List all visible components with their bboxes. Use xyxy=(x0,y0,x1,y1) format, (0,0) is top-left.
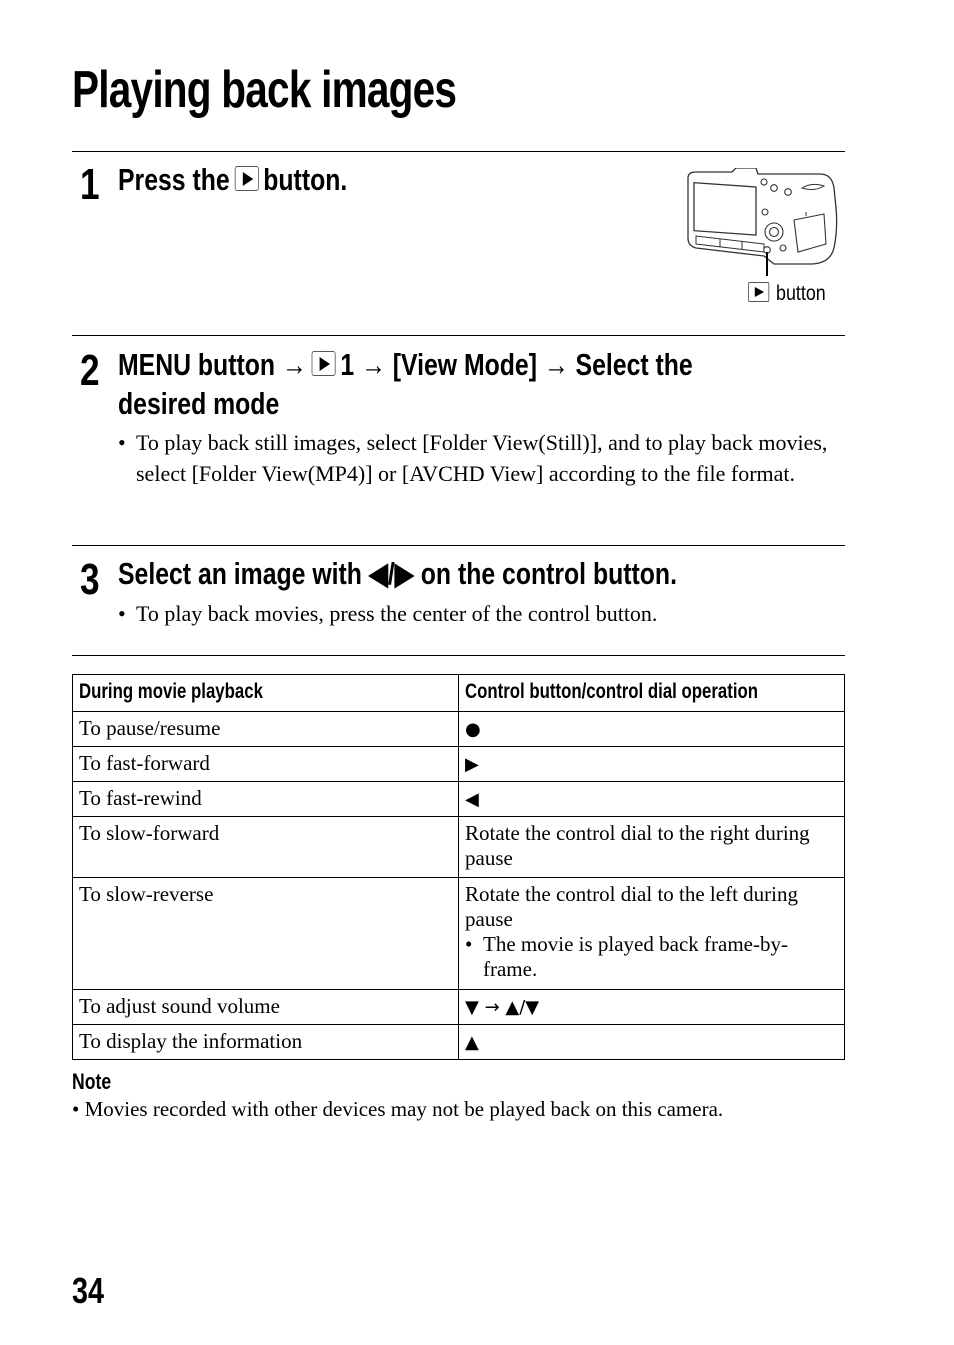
step-number: 3 xyxy=(80,555,100,604)
list-item: • The movie is played back frame-by-frame… xyxy=(465,932,838,982)
table-row: To fast-rewind ◀ xyxy=(72,781,845,817)
action-cell: To pause/resume xyxy=(72,711,459,747)
left-arrow-icon: ◀ xyxy=(465,789,479,810)
step-heading-text: Select the xyxy=(575,347,693,382)
note-text: • Movies recorded with other devices may… xyxy=(72,1096,723,1122)
note-label: Note xyxy=(72,1069,112,1094)
arrow-icon: → xyxy=(281,347,307,382)
operation-cell: ▼ → ▲/▼ xyxy=(458,989,845,1025)
page-title: Playing back images xyxy=(72,61,457,119)
bullet-icon: • xyxy=(118,601,126,626)
step-heading-text: 1 xyxy=(340,347,355,382)
table-row: To adjust sound volume ▼ → ▲/▼ xyxy=(72,989,845,1025)
note-body: Movies recorded with other devices may n… xyxy=(84,1097,724,1121)
right-arrow-icon: ▶ xyxy=(465,754,479,775)
step-heading-text: MENU button xyxy=(118,347,276,382)
table-row: To fast-forward ▶ xyxy=(72,746,845,782)
volume-arrows-icon: ▼ → ▲/▼ xyxy=(465,997,540,1018)
section-divider xyxy=(72,151,845,152)
action-cell: To fast-rewind xyxy=(72,781,459,817)
up-arrow-icon: ▲ xyxy=(465,1032,479,1053)
section-divider xyxy=(72,335,845,336)
action-cell: To adjust sound volume xyxy=(72,989,459,1025)
playback-icon xyxy=(311,351,336,377)
step-heading-text: [View Mode] xyxy=(392,347,537,382)
action-cell: To display the information xyxy=(72,1024,459,1060)
header-text: Control button/control dial operation xyxy=(465,680,759,703)
step-heading-text: button. xyxy=(263,162,348,197)
operation-cell: ◀ xyxy=(458,781,845,817)
step-number: 2 xyxy=(80,346,100,395)
action-cell: To slow-forward xyxy=(72,816,459,878)
playback-icon xyxy=(748,282,770,303)
section-divider xyxy=(72,545,845,546)
step-heading: Press the button. xyxy=(118,160,347,199)
operation-cell: ● xyxy=(458,711,845,747)
bullet-text: To play back still images, select [Folde… xyxy=(136,430,828,486)
step-heading-text: desired mode xyxy=(118,386,280,421)
header-text: During movie playback xyxy=(79,680,263,703)
table-row: To display the information ▲ xyxy=(72,1024,845,1060)
action-cell: To fast-forward xyxy=(72,746,459,782)
list-item: • To play back still images, select [Fol… xyxy=(118,428,838,489)
step-number: 1 xyxy=(80,160,100,209)
operation-cell: Rotate the control dial to the right dur… xyxy=(458,816,845,878)
table-header: During movie playback xyxy=(72,674,459,712)
movie-playback-table: During movie playback Control button/con… xyxy=(72,674,845,1060)
arrow-icon: → xyxy=(543,347,569,382)
playback-icon xyxy=(234,166,259,192)
bullet-text: To play back movies, press the center of… xyxy=(136,601,658,626)
section-divider xyxy=(72,655,845,656)
table-row: To slow-reverse Rotate the control dial … xyxy=(72,877,845,990)
playback-button-callout: button xyxy=(748,282,826,306)
table-header: Control button/control dial operation xyxy=(458,674,845,712)
bullet-icon: • xyxy=(72,1097,80,1121)
bullet-icon: • xyxy=(118,430,126,455)
center-button-icon: ● xyxy=(465,719,481,740)
action-cell: To slow-reverse xyxy=(72,877,459,990)
operation-cell: ▶ xyxy=(458,746,845,782)
list-item: • To play back movies, press the center … xyxy=(118,599,838,630)
table-header-row: During movie playback Control button/con… xyxy=(72,674,845,712)
table-row: To pause/resume ● xyxy=(72,711,845,747)
arrow-icon: → xyxy=(361,347,386,382)
callout-line xyxy=(766,252,768,276)
bullet-icon: • xyxy=(465,932,473,956)
table-row: To slow-forward Rotate the control dial … xyxy=(72,816,845,878)
step-heading: Select an image with ◀/▶ on the control … xyxy=(118,556,677,591)
camera-back-illustration xyxy=(687,168,838,265)
bullet-text: The movie is played back frame-by-frame. xyxy=(483,932,788,981)
operation-cell: Rotate the control dial to the left duri… xyxy=(458,877,845,990)
page-number: 34 xyxy=(72,1270,105,1311)
step-heading-text: Press the xyxy=(118,162,230,197)
operation-text: Rotate the control dial to the left duri… xyxy=(465,882,798,931)
callout-label: button xyxy=(776,282,826,305)
operation-cell: ▲ xyxy=(458,1024,845,1060)
step-heading: MENU button → 1 → [View Mode] → Select th… xyxy=(118,345,693,423)
